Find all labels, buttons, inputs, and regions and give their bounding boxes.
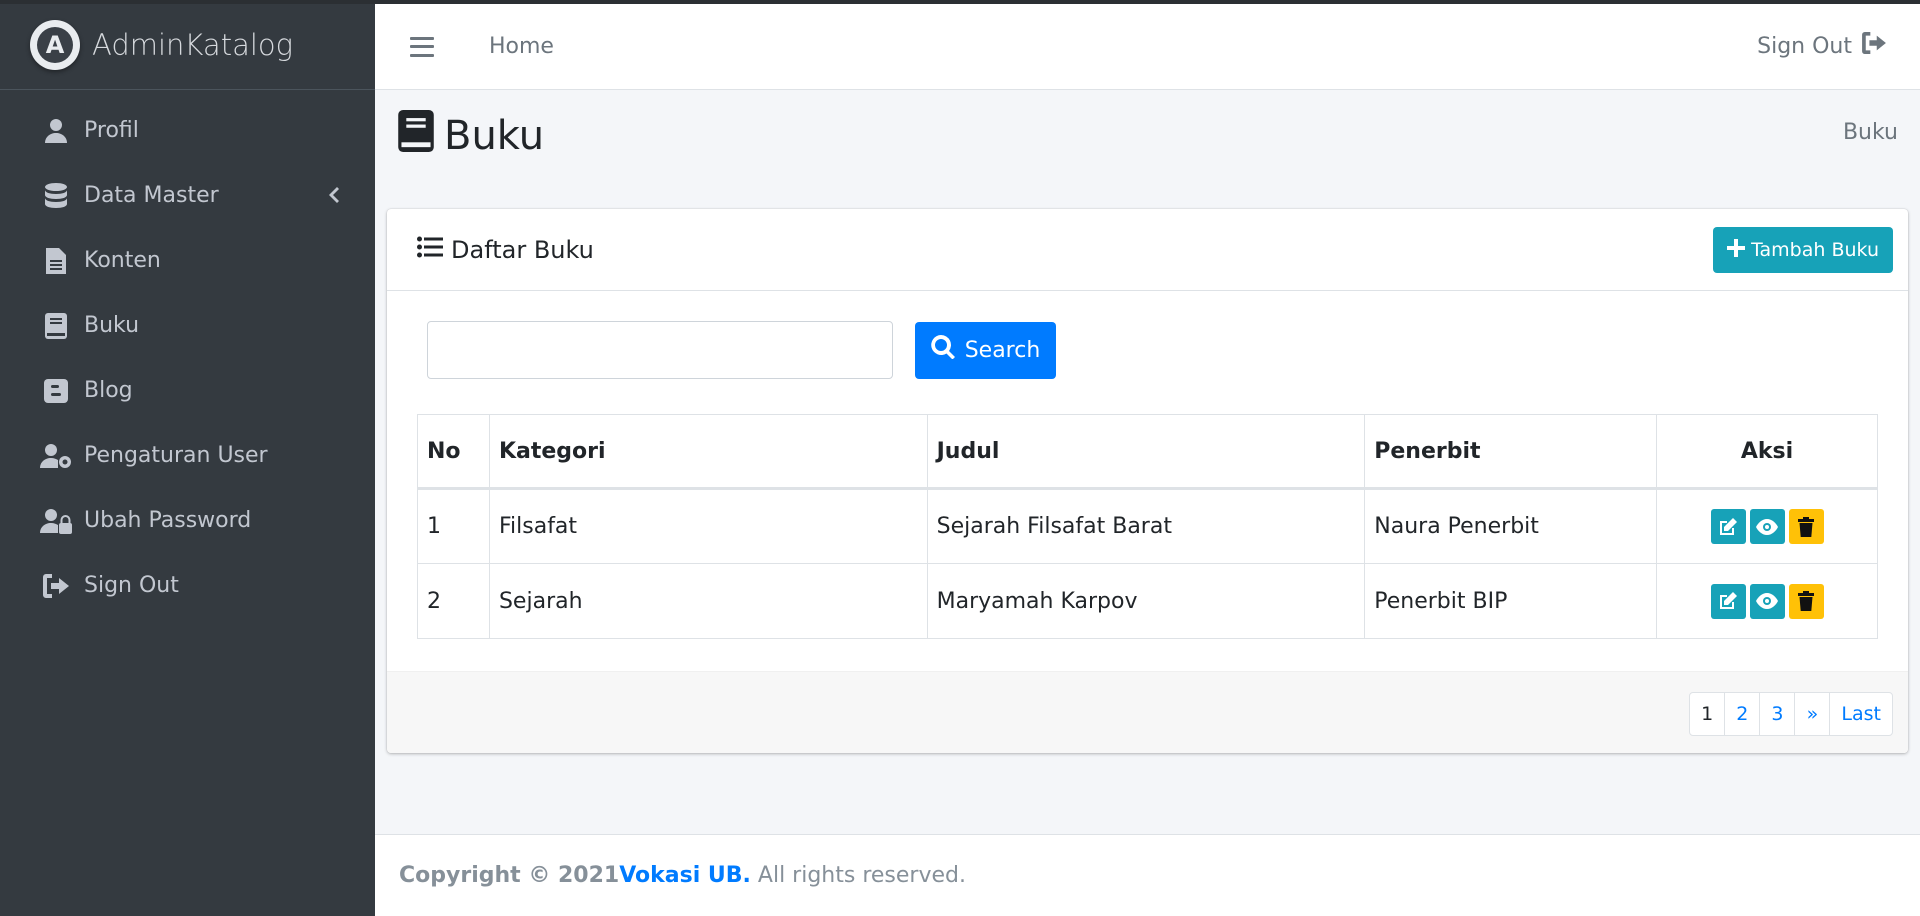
book-icon — [40, 312, 72, 340]
sidebar-item-label: Buku — [84, 313, 140, 338]
user-cog-icon — [40, 442, 72, 470]
menu-toggle-icon[interactable] — [410, 36, 434, 57]
page-link-next[interactable]: » — [1794, 692, 1831, 736]
sidebar-item-ubah-password[interactable]: Ubah Password — [0, 488, 375, 553]
sign-out-icon — [40, 572, 72, 600]
add-book-button[interactable]: Tambah Buku — [1713, 227, 1893, 273]
trash-icon — [1798, 516, 1815, 537]
footer-rights-text: All rights reserved. — [750, 863, 966, 888]
trash-icon — [1798, 591, 1815, 611]
eye-icon — [1756, 593, 1779, 609]
plus-icon — [1727, 238, 1751, 262]
view-button[interactable] — [1749, 509, 1785, 544]
card-title-text: Daftar Buku — [451, 235, 594, 264]
page-title-text: Buku — [444, 113, 545, 159]
card-footer: 1 2 3 » Last — [387, 671, 1908, 753]
book-icon — [398, 110, 444, 162]
sidebar-item-label: Profil — [84, 118, 139, 143]
row-actions — [1710, 583, 1824, 619]
delete-button[interactable] — [1788, 583, 1824, 619]
pagination: 1 2 3 » Last — [1689, 692, 1893, 736]
top-border — [0, 0, 1920, 4]
column-header-penerbit: Penerbit — [1364, 414, 1658, 490]
edit-button[interactable] — [1710, 509, 1746, 544]
sidebar: A AdminKatalog Profil Data Master Konten — [0, 0, 375, 916]
brand-name: AdminKatalog — [92, 27, 294, 62]
user-lock-icon — [40, 507, 72, 535]
sidebar-item-label: Sign Out — [84, 573, 179, 598]
top-navbar: Home Sign Out — [375, 4, 1920, 90]
table-row: 2 Sejarah Maryamah Karpov Penerbit BIP — [417, 563, 1878, 639]
brand-logo: A — [30, 19, 80, 70]
view-button[interactable] — [1749, 583, 1785, 619]
sidebar-item-label: Ubah Password — [84, 508, 252, 533]
sidebar-item-label: Blog — [84, 378, 133, 403]
sidebar-item-data-master[interactable]: Data Master — [0, 163, 375, 228]
search-row: Search — [427, 321, 1056, 379]
row-actions — [1710, 509, 1824, 544]
book-list-card: Daftar Buku Tambah Buku Search No Katego… — [387, 209, 1908, 753]
copyright-text: Copyright © 2021 — [399, 863, 620, 888]
column-header-aksi: Aksi — [1656, 414, 1878, 490]
blogger-icon — [40, 377, 72, 405]
page-link-1[interactable]: 1 — [1689, 692, 1726, 736]
cell-penerbit: Naura Penerbit — [1364, 488, 1658, 564]
sidebar-item-profil[interactable]: Profil — [0, 98, 375, 163]
page-title: Buku — [398, 110, 544, 162]
sidebar-nav: Profil Data Master Konten Buku Blog Peng… — [0, 90, 375, 618]
cell-kategori: Sejarah — [488, 563, 928, 639]
user-icon — [40, 117, 72, 145]
sidebar-item-blog[interactable]: Blog — [0, 358, 375, 423]
file-text-icon — [40, 247, 72, 275]
footer-brand-link[interactable]: Vokasi UB. — [619, 863, 751, 888]
cell-penerbit: Penerbit BIP — [1364, 563, 1658, 639]
cell-judul: Sejarah Filsafat Barat — [926, 488, 1366, 564]
sidebar-item-label: Data Master — [84, 183, 219, 208]
search-icon — [930, 335, 965, 365]
home-link[interactable]: Home — [489, 34, 554, 59]
sidebar-item-konten[interactable]: Konten — [0, 228, 375, 293]
sidebar-item-label: Konten — [84, 248, 161, 273]
sidebar-item-buku[interactable]: Buku — [0, 293, 375, 358]
table-header-row: No Kategori Judul Penerbit Aksi — [417, 414, 1878, 490]
delete-button[interactable] — [1788, 509, 1824, 544]
sidebar-item-label: Pengaturan User — [84, 443, 268, 468]
edit-icon — [1720, 592, 1738, 609]
list-icon — [417, 236, 451, 264]
search-input[interactable] — [427, 321, 893, 379]
database-icon — [40, 182, 72, 210]
card-title: Daftar Buku — [417, 236, 594, 264]
search-button-label: Search — [964, 337, 1041, 363]
add-book-label: Tambah Buku — [1751, 239, 1879, 261]
edit-button[interactable] — [1710, 583, 1746, 619]
column-header-kategori: Kategori — [488, 414, 928, 490]
page-link-last[interactable]: Last — [1829, 692, 1893, 736]
cell-aksi — [1656, 563, 1878, 639]
sign-out-label: Sign Out — [1757, 33, 1852, 59]
cell-judul: Maryamah Karpov — [926, 563, 1366, 639]
page-link-2[interactable]: 2 — [1724, 692, 1761, 736]
sign-out-link[interactable]: Sign Out — [1757, 32, 1886, 60]
cell-aksi — [1656, 488, 1878, 564]
cell-no: 2 — [417, 563, 490, 639]
card-header: Daftar Buku Tambah Buku — [387, 209, 1908, 291]
cell-no: 1 — [417, 488, 490, 564]
eye-icon — [1756, 518, 1779, 535]
column-header-judul: Judul — [926, 414, 1366, 490]
column-header-no: No — [417, 414, 490, 490]
sidebar-item-sign-out[interactable]: Sign Out — [0, 553, 375, 618]
breadcrumb: Buku — [1842, 120, 1898, 145]
edit-icon — [1720, 517, 1738, 535]
brand[interactable]: A AdminKatalog — [0, 0, 375, 90]
sign-out-icon — [1852, 32, 1886, 60]
cell-kategori: Filsafat — [488, 488, 928, 564]
sidebar-item-pengaturan-user[interactable]: Pengaturan User — [0, 423, 375, 488]
search-button[interactable]: Search — [915, 321, 1056, 379]
table-row: 1 Filsafat Sejarah Filsafat Barat Naura … — [417, 488, 1878, 564]
page-footer: Copyright © 2021 Vokasi UB. All rights r… — [375, 834, 1920, 916]
brand-logo-letter: A — [37, 26, 73, 63]
page-link-3[interactable]: 3 — [1759, 692, 1796, 736]
chevron-left-icon[interactable] — [327, 185, 339, 210]
books-table: No Kategori Judul Penerbit Aksi 1 Filsaf… — [417, 414, 1878, 639]
